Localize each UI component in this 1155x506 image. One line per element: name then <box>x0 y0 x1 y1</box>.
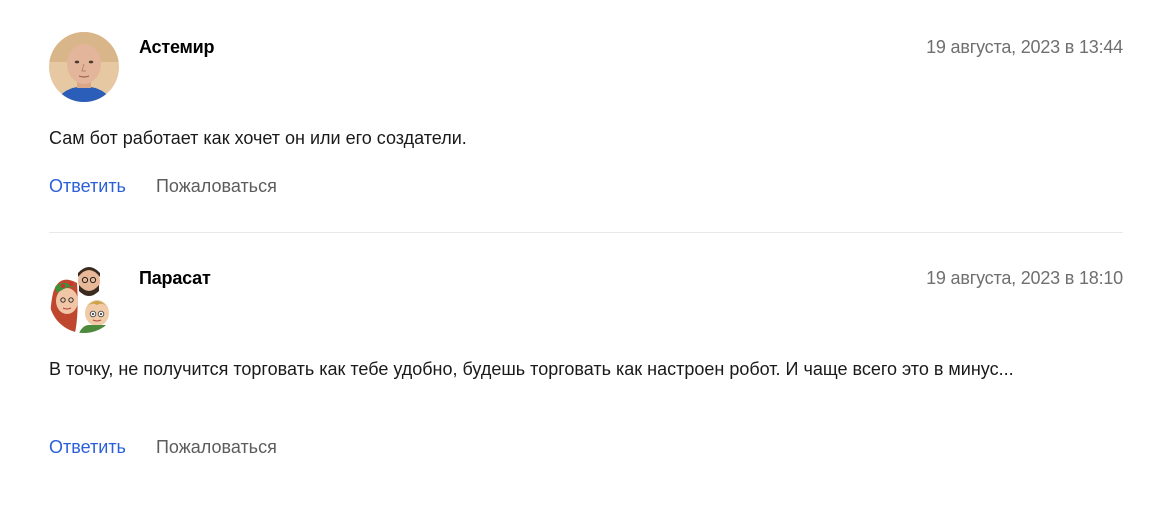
cartoon-family-avatar-icon <box>49 263 119 333</box>
comment-date: 19 августа, 2023 в 18:10 <box>926 268 1123 288</box>
comment-date: 19 августа, 2023 в 13:44 <box>926 37 1123 57</box>
comment-author: Астемир <box>139 37 215 57</box>
comment-author: Парасат <box>139 268 211 288</box>
avatar[interactable] <box>49 32 119 102</box>
comment-actions: Ответить Пожаловаться <box>49 437 277 458</box>
avatar[interactable] <box>49 263 119 333</box>
comment-divider <box>49 232 1123 233</box>
user-photo-icon <box>49 32 119 102</box>
report-button[interactable]: Пожаловаться <box>156 176 277 197</box>
comment-text: В точку, не получится торговать как тебе… <box>49 359 1014 379</box>
report-button[interactable]: Пожаловаться <box>156 437 277 458</box>
comment-actions: Ответить Пожаловаться <box>49 176 277 197</box>
reply-button[interactable]: Ответить <box>49 437 126 458</box>
reply-button[interactable]: Ответить <box>49 176 126 197</box>
comment-text: Сам бот работает как хочет он или его со… <box>49 128 467 148</box>
